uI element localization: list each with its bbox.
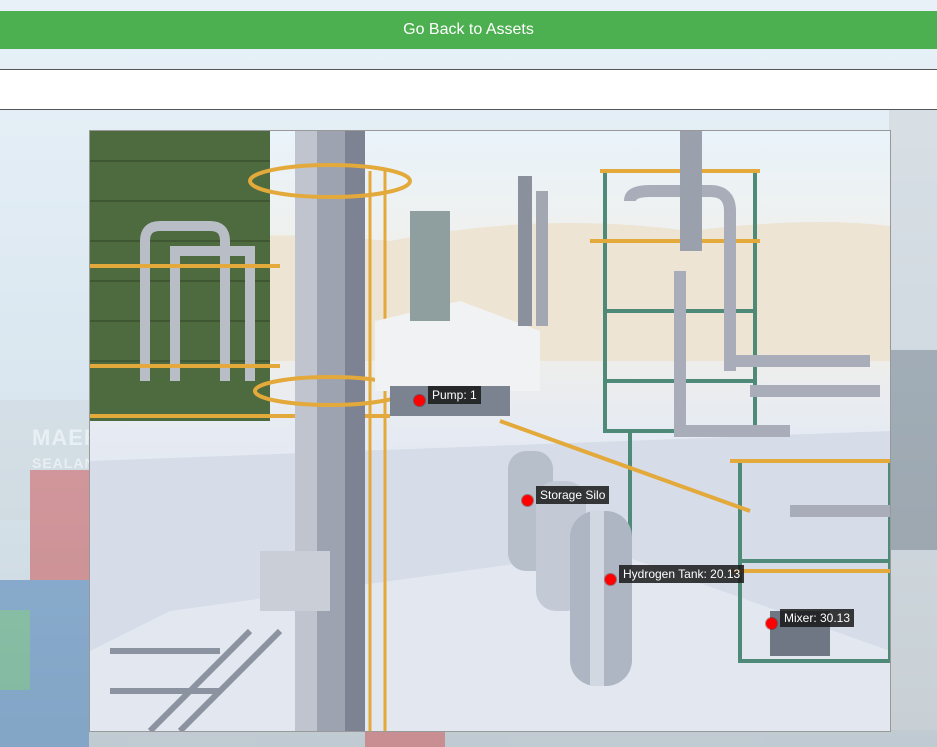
pump-marker-label: Pump: 1 — [428, 386, 481, 404]
hydrogen-tank-marker-label: Hydrogen Tank: 20.13 — [619, 565, 745, 583]
hydrogen-tank-marker-dot[interactable] — [605, 574, 616, 585]
storage-silo-marker-dot[interactable] — [522, 495, 533, 506]
storage-silo-marker[interactable]: Storage Silo — [522, 486, 610, 506]
plant-illustration — [90, 131, 890, 731]
container-right-dark — [889, 350, 937, 550]
far-structure — [410, 211, 450, 321]
container-white — [0, 400, 90, 520]
mixer-marker-dot[interactable] — [766, 618, 777, 629]
info-bar — [0, 69, 937, 110]
tank-highlight — [590, 511, 604, 686]
container-bottom-red — [365, 732, 445, 747]
pump-marker-dot[interactable] — [414, 395, 425, 406]
pump-marker[interactable]: Pump: 1 — [414, 386, 481, 406]
go-back-to-assets-button[interactable]: Go Back to Assets — [0, 11, 937, 49]
container-bottom — [89, 730, 937, 747]
container-right — [889, 110, 937, 730]
main-column-shadow — [345, 131, 365, 731]
mixer-marker-label: Mixer: 30.13 — [780, 609, 855, 627]
right-tower — [680, 131, 702, 251]
container-red — [30, 470, 90, 580]
main-column-highlight — [295, 131, 317, 731]
storage-silo-marker-label: Storage Silo — [536, 486, 610, 504]
mixer-marker[interactable]: Mixer: 30.13 — [766, 609, 855, 629]
container-green — [0, 610, 30, 700]
control-box — [260, 551, 330, 611]
container-blue-2 — [0, 690, 90, 747]
hydrogen-tank-marker[interactable]: Hydrogen Tank: 20.13 — [605, 565, 745, 585]
far-tower-1 — [518, 176, 532, 326]
far-tower-2 — [536, 191, 548, 326]
container-blue — [0, 580, 90, 690]
plant-3d-view[interactable]: Pump: 1 Storage Silo Hydrogen Tank: 20.1… — [89, 130, 891, 732]
